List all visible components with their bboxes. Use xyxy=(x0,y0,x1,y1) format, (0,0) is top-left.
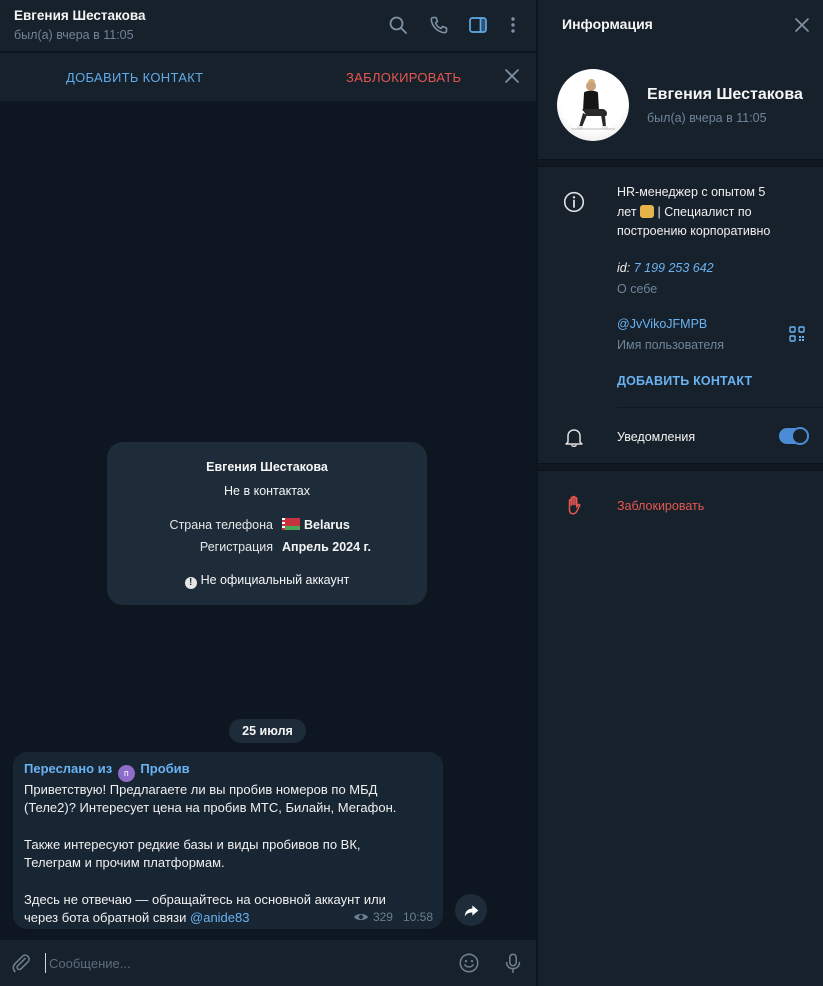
view-count: 329 xyxy=(372,910,393,924)
views-icon xyxy=(353,914,368,920)
notifications-toggle[interactable] xyxy=(779,427,809,445)
add-contact-button[interactable]: ДОБАВИТЬ КОНТАКТ xyxy=(66,70,203,85)
username-label: Имя пользователя xyxy=(617,338,724,352)
separator-line xyxy=(617,407,823,408)
chat-panel: Евгения Шестакова был(а) вчера в 11:05 Д… xyxy=(0,0,536,986)
notifications-label: Уведомления xyxy=(617,430,696,444)
sidebar-title: Информация xyxy=(562,16,653,32)
chat-status: был(а) вчера в 11:05 xyxy=(14,28,134,42)
message-meta: 329 10:58 xyxy=(353,910,433,924)
section-divider xyxy=(538,463,823,471)
avatar[interactable] xyxy=(557,69,629,141)
message-composer xyxy=(0,940,536,986)
share-arrow-icon xyxy=(464,904,478,916)
forward-button[interactable] xyxy=(455,894,487,926)
channel-avatar: п xyxy=(117,765,135,782)
username-link[interactable]: @JvVikoJFMPB xyxy=(617,317,707,331)
block-user-button[interactable]: ЗАБЛОКИРОВАТЬ xyxy=(346,70,461,85)
chat-header[interactable]: Евгения Шестакова был(а) вчера в 11:05 xyxy=(0,0,536,52)
search-icon[interactable] xyxy=(387,14,409,36)
registration-label: Регистрация xyxy=(199,540,273,554)
emoji-icon[interactable] xyxy=(457,951,481,975)
sidebar-toggle-icon[interactable] xyxy=(467,14,489,36)
section-divider xyxy=(538,159,823,167)
card-subtitle: Не в контактах xyxy=(224,484,310,498)
belarus-flag-icon xyxy=(282,518,300,530)
card-name: Евгения Шестакова xyxy=(206,460,328,474)
message-time: 10:58 xyxy=(402,910,433,924)
date-separator: 25 июля xyxy=(229,719,306,743)
info-sidebar: Информация Евгения Шестакова был(а) вчер… xyxy=(537,0,823,986)
sidebar-add-contact-button[interactable]: ДОБАВИТЬ КОНТАКТ xyxy=(617,374,752,388)
profile-name: Евгения Шестакова xyxy=(647,86,803,103)
phone-country-value: Belarus xyxy=(282,518,350,532)
forwarded-message[interactable]: Переслано из п Пробив Приветствую! Предл… xyxy=(13,752,443,929)
block-hand-icon xyxy=(568,495,581,515)
microphone-icon[interactable] xyxy=(501,951,525,975)
forwarded-header[interactable]: Переслано из п Пробив xyxy=(24,761,190,782)
contact-info-card: Евгения Шестакова Не в контактах Страна … xyxy=(107,442,427,605)
close-icon[interactable] xyxy=(792,15,812,35)
unofficial-warning: ! Не официальный аккаунт xyxy=(107,573,427,589)
exclamation-icon: ! xyxy=(184,577,197,589)
emoji-icon xyxy=(640,204,655,218)
mention-link[interactable]: @anide83 xyxy=(190,910,249,925)
phone-country-label: Страна телефона xyxy=(169,518,273,532)
qr-code-icon[interactable] xyxy=(789,326,805,342)
info-icon xyxy=(563,191,585,213)
registration-value: Апрель 2024 г. xyxy=(282,540,371,554)
about-label: О себе xyxy=(617,282,658,296)
sidebar-block-button[interactable]: Заблокировать xyxy=(617,499,704,513)
phone-icon[interactable] xyxy=(428,14,450,36)
bio-text: HR-менеджер с опытом 5 лет | Специалист … xyxy=(617,185,771,238)
action-bar: ДОБАВИТЬ КОНТАКТ ЗАБЛОКИРОВАТЬ xyxy=(0,53,536,101)
attach-icon[interactable] xyxy=(9,951,33,975)
bell-icon xyxy=(565,429,583,447)
user-id[interactable]: id: 7 199 253 642 xyxy=(617,261,714,275)
chat-title[interactable]: Евгения Шестакова xyxy=(14,8,146,23)
message-input[interactable] xyxy=(45,953,435,973)
profile-status: был(а) вчера в 11:05 xyxy=(647,111,767,125)
message-text: Приветствую! Предлагаете ли вы пробив но… xyxy=(24,782,397,925)
close-icon[interactable] xyxy=(502,66,522,86)
more-icon[interactable] xyxy=(502,14,524,36)
